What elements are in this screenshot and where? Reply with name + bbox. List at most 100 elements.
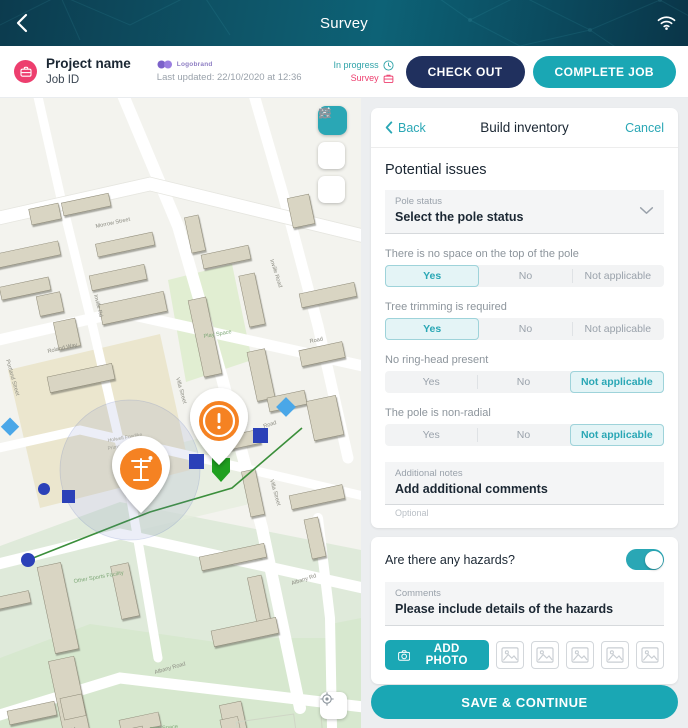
status-survey: Survey xyxy=(351,73,394,84)
add-photo-label: ADD PHOTO xyxy=(425,643,468,668)
status-type-label: Survey xyxy=(350,73,379,83)
segmented-control: Yes No Not applicable xyxy=(385,370,664,393)
build-inventory-card: Back Build inventory Cancel Potential is… xyxy=(371,108,678,529)
image-placeholder-icon xyxy=(536,647,554,663)
image-placeholder-icon xyxy=(606,647,624,663)
hazard-comments-input[interactable]: Comments Please include details of the h… xyxy=(385,582,664,627)
question-label: The pole is non-radial xyxy=(385,406,491,419)
segmented-control: Yes No Not applicable xyxy=(385,423,664,446)
briefcase-icon xyxy=(19,66,32,77)
satellite-view-icon xyxy=(319,107,331,119)
status-block: In progress Survey xyxy=(333,59,394,84)
body-split: Morrow Street Inville Road Roland Way Po… xyxy=(0,98,688,728)
photo-row: ADD PHOTO xyxy=(385,640,664,671)
image-placeholder-icon xyxy=(641,647,659,663)
brand-name: Logobrand xyxy=(176,61,213,68)
save-bar: SAVE & CONTINUE xyxy=(371,685,678,719)
map-layers-button[interactable] xyxy=(318,108,345,169)
image-placeholder-icon xyxy=(571,647,589,663)
map-view[interactable]: Morrow Street Inville Road Roland Way Po… xyxy=(0,98,361,728)
pole-status-label: Pole status xyxy=(395,196,442,207)
image-placeholder-icon xyxy=(501,647,519,663)
segment-option-not-applicable[interactable]: Not applicable xyxy=(571,265,664,287)
segment-option-yes[interactable]: Yes xyxy=(385,264,480,287)
pole-status-value: Select the pole status xyxy=(395,209,524,224)
question-label: There is no space on the top of the pole xyxy=(385,247,579,260)
hazards-row: Are there any hazards? xyxy=(385,549,664,571)
segment-option-yes[interactable]: Yes xyxy=(385,317,480,340)
segmented-control: Yes No Not applicable xyxy=(385,317,664,340)
logo-mark-icon xyxy=(157,60,172,69)
status-progress-label: In progress xyxy=(333,60,379,70)
additional-notes-label: Additional notes xyxy=(395,467,463,479)
segmented-control: Yes No Not applicable xyxy=(385,264,664,287)
status-in-progress: In progress xyxy=(333,59,394,71)
hazards-card: Are there any hazards? Comments Please i… xyxy=(371,537,678,685)
hazard-comments-label: Comments xyxy=(395,588,441,600)
card-header: Back Build inventory Cancel xyxy=(371,108,678,148)
photo-slot[interactable] xyxy=(566,641,594,670)
panel-back-label: Back xyxy=(398,120,426,135)
question-group-0: There is no space on the top of the pole… xyxy=(385,248,664,287)
map-canvas: Morrow Street Inville Road Roland Way Po… xyxy=(0,98,361,728)
wifi-status xyxy=(657,0,676,46)
map-satellite-button[interactable] xyxy=(318,107,345,203)
job-header-bar: Project name Job ID Logobrand Last updat… xyxy=(0,46,688,98)
segment-option-no[interactable]: No xyxy=(479,265,571,287)
additional-notes-wrap: Additional notes Add additional comments… xyxy=(385,461,664,519)
clock-icon xyxy=(383,59,394,71)
segment-option-not-applicable[interactable]: Not applicable xyxy=(569,423,664,446)
add-photo-button[interactable]: ADD PHOTO xyxy=(385,640,489,671)
wifi-icon xyxy=(657,16,676,30)
segment-option-not-applicable[interactable]: Not applicable xyxy=(571,318,664,340)
segment-option-yes[interactable]: Yes xyxy=(385,371,477,393)
survey-briefcase-icon xyxy=(383,74,393,83)
brand-logo: Logobrand xyxy=(157,60,302,69)
app-root: Survey Project name Job ID Logobrand Las… xyxy=(0,0,688,728)
camera-icon xyxy=(398,649,411,661)
segment-option-no[interactable]: No xyxy=(477,371,569,393)
question-group-3: The pole is non-radial Yes No Not applic… xyxy=(385,407,664,446)
segment-option-no[interactable]: No xyxy=(477,424,569,446)
save-and-continue-button[interactable]: SAVE & CONTINUE xyxy=(371,685,678,719)
section-title: Potential issues xyxy=(385,162,487,178)
hazards-question: Are there any hazards? xyxy=(385,552,515,567)
last-updated: Last updated: 22/10/2020 at 12:36 xyxy=(156,72,302,83)
page-title: Survey xyxy=(320,14,368,32)
segment-option-no[interactable]: No xyxy=(479,318,571,340)
card-body: Potential issues Pole status Select the … xyxy=(371,148,678,528)
complete-job-button[interactable]: COMPLETE JOB xyxy=(532,55,676,88)
right-panel: Back Build inventory Cancel Potential is… xyxy=(361,98,688,728)
photo-slot[interactable] xyxy=(496,641,524,670)
additional-notes-hint: Optional xyxy=(395,508,429,519)
additional-notes-input[interactable]: Additional notes Add additional comments xyxy=(385,461,664,506)
question-label: Tree trimming is required xyxy=(385,300,507,313)
toggle-knob xyxy=(644,550,663,569)
locate-me-icon xyxy=(320,692,334,706)
segment-option-yes[interactable]: Yes xyxy=(385,424,477,446)
brand-block: Logobrand Last updated: 22/10/2020 at 12… xyxy=(157,60,302,83)
question-label: No ring-head present xyxy=(385,353,489,366)
check-out-button[interactable]: CHECK OUT xyxy=(405,55,525,88)
question-group-1: Tree trimming is required Yes No Not app… xyxy=(385,301,664,340)
top-app-bar: Survey xyxy=(0,0,688,46)
segment-option-not-applicable[interactable]: Not applicable xyxy=(569,370,664,393)
chevron-left-icon xyxy=(385,121,393,134)
additional-notes-placeholder: Add additional comments xyxy=(395,481,548,496)
photo-slot[interactable] xyxy=(531,641,559,670)
question-group-2: No ring-head present Yes No Not applicab… xyxy=(385,354,664,393)
job-id: Job ID xyxy=(46,73,80,86)
project-avatar xyxy=(14,60,37,83)
photo-slot[interactable] xyxy=(636,641,664,670)
job-meta: Project name Job ID xyxy=(46,56,131,87)
map-controls xyxy=(318,106,347,203)
chevron-down-icon xyxy=(639,207,654,215)
locate-me-button[interactable] xyxy=(320,692,347,719)
cancel-button[interactable]: Cancel xyxy=(625,121,664,135)
panel-back-button[interactable]: Back xyxy=(385,121,426,135)
project-name: Project name xyxy=(46,55,131,71)
hazard-comments-placeholder: Please include details of the hazards xyxy=(395,602,614,617)
pole-status-select[interactable]: Pole status Select the pole status xyxy=(385,190,664,234)
hazards-toggle[interactable] xyxy=(626,549,664,571)
photo-slot[interactable] xyxy=(601,641,629,670)
